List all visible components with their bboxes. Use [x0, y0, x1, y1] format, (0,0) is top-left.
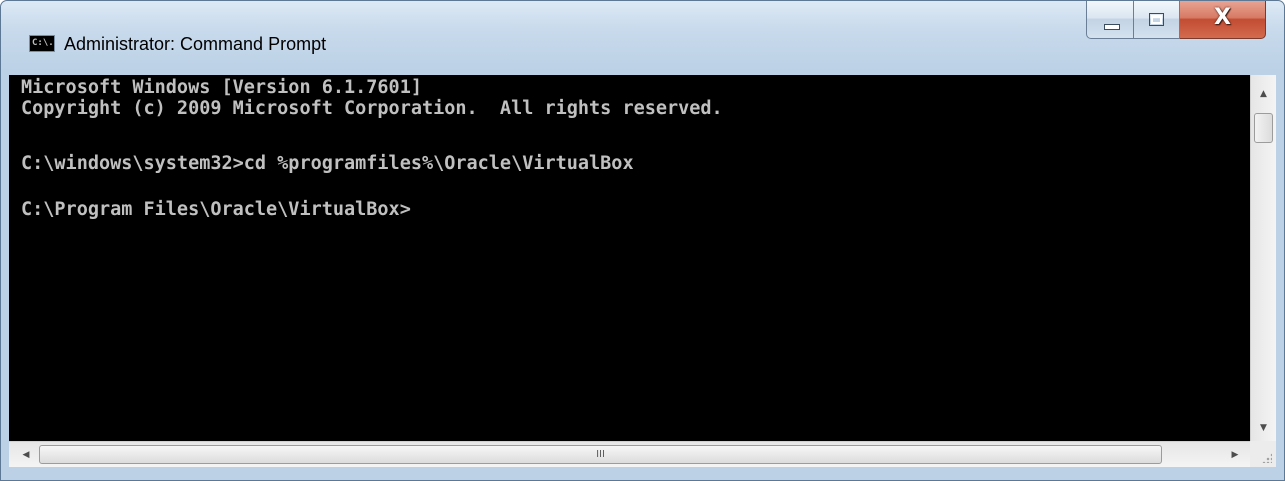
window-title: Administrator: Command Prompt — [64, 34, 327, 54]
console-prompt-line[interactable]: C:\Program Files\Oracle\VirtualBox> — [21, 200, 411, 220]
command-prompt-window: C:\. Administrator: Command Prompt X Mic… — [0, 0, 1285, 481]
caption-buttons: X — [1086, 1, 1266, 41]
grip-icon: III — [596, 449, 605, 460]
close-button[interactable]: X — [1180, 1, 1266, 39]
console-line: C:\windows\system32>cd %programfiles%\Or… — [21, 153, 634, 174]
console-output[interactable]: Microsoft Windows [Version 6.1.7601] Cop… — [9, 75, 1268, 441]
scroll-left-arrow-icon[interactable]: ◀ — [13, 442, 39, 468]
vertical-scroll-thumb[interactable] — [1254, 113, 1273, 143]
resize-grip-icon[interactable] — [1250, 441, 1276, 467]
minimize-icon — [1104, 24, 1120, 30]
maximize-icon — [1149, 13, 1164, 26]
close-icon: X — [1214, 5, 1231, 30]
console-line: Copyright (c) 2009 Microsoft Corporation… — [21, 98, 723, 119]
console-line: Microsoft Windows [Version 6.1.7601] — [21, 77, 422, 98]
console-icon[interactable]: C:\. — [29, 35, 55, 52]
scroll-up-arrow-icon[interactable]: ▲ — [1251, 81, 1276, 107]
minimize-button[interactable] — [1086, 1, 1134, 39]
horizontal-scrollbar[interactable]: ◀ III ▶ — [9, 441, 1250, 467]
scroll-right-arrow-icon[interactable]: ▶ — [1222, 442, 1248, 468]
scroll-down-arrow-icon[interactable]: ▼ — [1251, 415, 1276, 441]
title-bar[interactable]: C:\. Administrator: Command Prompt X — [1, 1, 1284, 75]
maximize-button[interactable] — [1134, 1, 1180, 39]
horizontal-scroll-thumb[interactable]: III — [39, 445, 1162, 464]
vertical-scrollbar[interactable]: ▲ ▼ — [1250, 75, 1276, 441]
